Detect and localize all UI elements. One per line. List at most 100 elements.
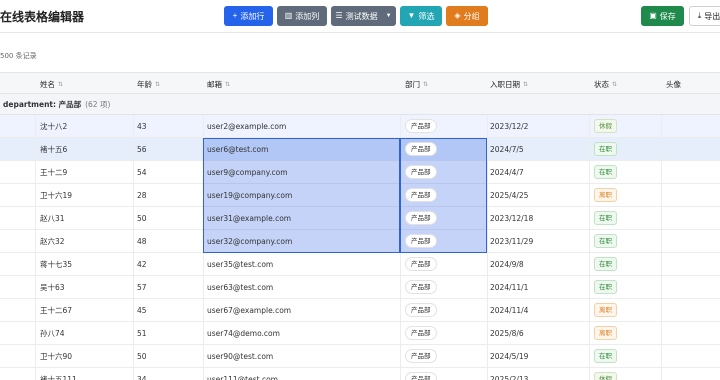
save-button[interactable]: ▣ 保存	[641, 6, 684, 26]
cell-join-date[interactable]: 2024/7/5	[487, 138, 589, 160]
test-data-dropdown-button[interactable]: ☰ 测试数据 ▼	[331, 6, 396, 26]
cell-status[interactable]: 在职	[589, 138, 661, 160]
cell-age[interactable]: 50	[137, 207, 203, 229]
cell-join-date[interactable]: 2024/5/19	[487, 345, 589, 367]
table-row[interactable]: 王十二67 45 user67@example.com 2024/11/4 产品部 离职	[0, 299, 720, 322]
cell-join-date[interactable]: 2023/12/2	[487, 115, 589, 137]
table-row[interactable]: 卫十六90 50 user90@test.com 2024/5/19 产品部 在职	[0, 345, 720, 368]
cell-avatar[interactable]	[661, 115, 720, 137]
sort-icon[interactable]: ⇅	[523, 81, 528, 88]
cell-email[interactable]: user6@test.com	[203, 138, 400, 160]
cell-department[interactable]: 产品部	[400, 276, 487, 298]
sort-icon[interactable]: ⇅	[612, 81, 617, 88]
cell-avatar[interactable]	[661, 138, 720, 160]
cell-department[interactable]: 产品部	[400, 207, 487, 229]
cell-email[interactable]: user67@example.com	[203, 299, 400, 321]
cell-avatar[interactable]	[661, 368, 720, 380]
cell-email[interactable]: user90@test.com	[203, 345, 400, 367]
cell-status[interactable]: 离职	[589, 299, 661, 321]
cell-name[interactable]: 王十二9	[40, 161, 133, 183]
table-row[interactable]: 赵六32 48 user32@company.com 2023/11/29 产品部 在职	[0, 230, 720, 253]
cell-name[interactable]: 吴十63	[40, 276, 133, 298]
cell-name[interactable]: 褚十五111	[40, 368, 133, 380]
cell-join-date[interactable]: 2023/12/18	[487, 207, 589, 229]
cell-email[interactable]: user19@company.com	[203, 184, 400, 206]
cell-name[interactable]: 赵八31	[40, 207, 133, 229]
cell-department[interactable]: 产品部	[400, 184, 487, 206]
cell-status[interactable]: 在职	[589, 253, 661, 275]
cell-age[interactable]: 45	[137, 299, 203, 321]
column-header-department[interactable]: 部门 ⇅	[405, 73, 428, 95]
cell-join-date[interactable]: 2023/11/29	[487, 230, 589, 252]
cell-email[interactable]: user31@example.com	[203, 207, 400, 229]
cell-avatar[interactable]	[661, 230, 720, 252]
cell-age[interactable]: 34	[137, 368, 203, 380]
cell-status[interactable]: 休假	[589, 368, 661, 380]
column-header-avatar[interactable]: 头像	[666, 73, 681, 95]
filter-button[interactable]: ▼ 筛选	[400, 6, 442, 26]
cell-avatar[interactable]	[661, 299, 720, 321]
sort-icon[interactable]: ⇅	[423, 81, 428, 88]
table-row[interactable]: 卫十六19 28 user19@company.com 2025/4/25 产品部 离职	[0, 184, 720, 207]
cell-join-date[interactable]: 2024/11/4	[487, 299, 589, 321]
cell-avatar[interactable]	[661, 276, 720, 298]
cell-avatar[interactable]	[661, 322, 720, 344]
cell-name[interactable]: 褚十五6	[40, 138, 133, 160]
cell-department[interactable]: 产品部	[400, 322, 487, 344]
cell-department[interactable]: 产品部	[400, 299, 487, 321]
group-header-row[interactable]: department: 产品部 (62 项)	[0, 94, 720, 115]
cell-department[interactable]: 产品部	[400, 115, 487, 137]
table-row[interactable]: 王十二9 54 user9@company.com 2024/4/7 产品部 在职	[0, 161, 720, 184]
column-header-join-date[interactable]: 入职日期 ⇅	[490, 73, 528, 95]
cell-status[interactable]: 在职	[589, 207, 661, 229]
cell-age[interactable]: 42	[137, 253, 203, 275]
cell-age[interactable]: 56	[137, 138, 203, 160]
column-header-status[interactable]: 状态 ⇅	[594, 73, 617, 95]
column-header-email[interactable]: 邮箱 ⇅	[207, 73, 230, 95]
column-header-age[interactable]: 年龄 ⇅	[137, 73, 160, 95]
table-row[interactable]: 孙八74 51 user74@demo.com 2025/8/6 产品部 离职	[0, 322, 720, 345]
cell-age[interactable]: 28	[137, 184, 203, 206]
cell-avatar[interactable]	[661, 207, 720, 229]
cell-avatar[interactable]	[661, 161, 720, 183]
cell-department[interactable]: 产品部	[400, 253, 487, 275]
sort-icon[interactable]: ⇅	[155, 81, 160, 88]
cell-status[interactable]: 在职	[589, 276, 661, 298]
cell-department[interactable]: 产品部	[400, 161, 487, 183]
cell-age[interactable]: 57	[137, 276, 203, 298]
column-header-name[interactable]: 姓名 ⇅	[40, 73, 63, 95]
cell-status[interactable]: 离职	[589, 322, 661, 344]
cell-age[interactable]: 48	[137, 230, 203, 252]
cell-status[interactable]: 休假	[589, 115, 661, 137]
cell-department[interactable]: 产品部	[400, 138, 487, 160]
cell-name[interactable]: 孙八74	[40, 322, 133, 344]
cell-avatar[interactable]	[661, 184, 720, 206]
cell-email[interactable]: user74@demo.com	[203, 322, 400, 344]
cell-avatar[interactable]	[661, 253, 720, 275]
cell-avatar[interactable]	[661, 345, 720, 367]
cell-age[interactable]: 43	[137, 115, 203, 137]
cell-name[interactable]: 蒋十七35	[40, 253, 133, 275]
cell-join-date[interactable]: 2024/4/7	[487, 161, 589, 183]
cell-status[interactable]: 在职	[589, 345, 661, 367]
cell-name[interactable]: 卫十六90	[40, 345, 133, 367]
add-column-button[interactable]: ▥ 添加列	[277, 6, 327, 26]
cell-age[interactable]: 50	[137, 345, 203, 367]
table-row[interactable]: 赵八31 50 user31@example.com 2023/12/18 产品部 在职	[0, 207, 720, 230]
cell-join-date[interactable]: 2025/2/13	[487, 368, 589, 380]
table-row[interactable]: 蒋十七35 42 user35@test.com 2024/9/8 产品部 在职	[0, 253, 720, 276]
cell-email[interactable]: user111@test.com	[203, 368, 400, 380]
cell-name[interactable]: 王十二67	[40, 299, 133, 321]
cell-name[interactable]: 沈十八2	[40, 115, 133, 137]
cell-age[interactable]: 54	[137, 161, 203, 183]
cell-age[interactable]: 51	[137, 322, 203, 344]
cell-status[interactable]: 离职	[589, 184, 661, 206]
cell-department[interactable]: 产品部	[400, 368, 487, 380]
cell-join-date[interactable]: 2025/4/25	[487, 184, 589, 206]
sort-icon[interactable]: ⇅	[225, 81, 230, 88]
cell-name[interactable]: 卫十六19	[40, 184, 133, 206]
export-button[interactable]: ⤓ 导出	[689, 6, 720, 26]
cell-department[interactable]: 产品部	[400, 345, 487, 367]
cell-name[interactable]: 赵六32	[40, 230, 133, 252]
table-row[interactable]: 吴十63 57 user63@test.com 2024/11/1 产品部 在职	[0, 276, 720, 299]
